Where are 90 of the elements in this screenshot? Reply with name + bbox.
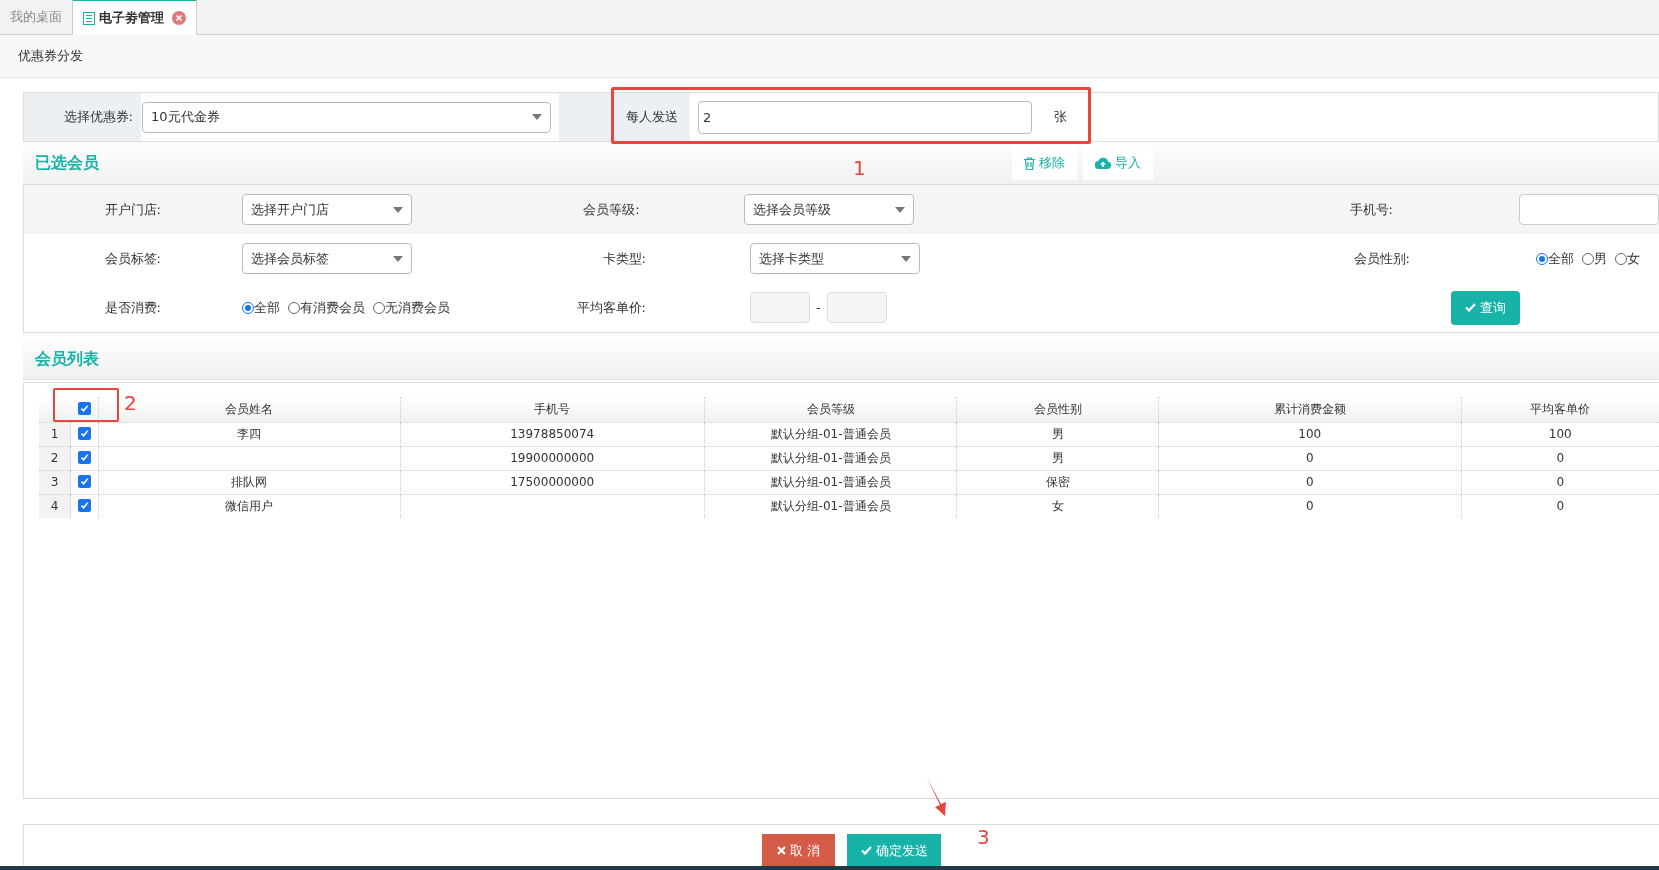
- field-label: 是否消费:: [104, 299, 161, 315]
- table-cell: 女: [1051, 499, 1064, 514]
- annotation-number: 1: [853, 155, 866, 182]
- radio-button[interactable]: [288, 301, 300, 314]
- table-cell: 100: [1548, 427, 1572, 441]
- table-cell: 男: [1051, 451, 1064, 465]
- radio-button[interactable]: [1582, 252, 1594, 265]
- field-label: 会员性别:: [1353, 250, 1410, 266]
- radio-label: 全部: [254, 298, 280, 317]
- unit-label: 张: [1054, 108, 1067, 127]
- table-cell: 默认分组-01-普通会员: [770, 451, 891, 465]
- row-number: 4: [39, 494, 71, 518]
- table-cell: 默认分组-01-普通会员: [770, 499, 891, 514]
- table-cell: 李四: [237, 427, 262, 441]
- trash-icon: [1024, 156, 1035, 170]
- table-cell: 100: [1298, 427, 1322, 441]
- radio-button[interactable]: [1615, 252, 1627, 265]
- select-dropdown[interactable]: 选择会员标签: [242, 243, 412, 274]
- quantity-input[interactable]: 2: [698, 100, 1032, 134]
- caret-icon: [393, 255, 403, 262]
- caret-icon: [393, 206, 403, 213]
- table-cell: 男: [1051, 427, 1064, 441]
- label-cell: 选择优惠券:: [24, 93, 141, 141]
- radio-label: 无消费会员: [385, 298, 450, 317]
- section-title: 会员列表: [35, 348, 99, 370]
- row-number: 3: [39, 470, 71, 494]
- tab[interactable]: 电子劵管理: [72, 0, 197, 35]
- cloud-upload-icon: [1095, 157, 1111, 169]
- table-cell: 0: [1305, 451, 1314, 465]
- table-cell: 0: [1556, 475, 1565, 489]
- column-header: 会员等级: [704, 397, 957, 422]
- table-cell: 保密: [1045, 475, 1070, 489]
- table-cell: 0: [1556, 499, 1565, 514]
- field-label: 平均客单价:: [576, 299, 646, 315]
- row-number: 2: [39, 446, 71, 470]
- page-title: 优惠券分发: [18, 47, 83, 66]
- radio-label: 全部: [1548, 249, 1574, 268]
- select-dropdown[interactable]: 10元代金券: [142, 101, 551, 133]
- label-cell: 每人发送: [614, 93, 690, 141]
- table-cell: 0: [1556, 451, 1565, 465]
- field-label: 会员等级:: [583, 201, 640, 217]
- radio-label: 女: [1627, 249, 1640, 268]
- radio-button[interactable]: [373, 301, 385, 314]
- field-label: 开户门店:: [104, 201, 161, 217]
- list-icon: [83, 11, 95, 25]
- radio-label: 有消费会员: [300, 298, 365, 317]
- row-number: 1: [39, 422, 71, 446]
- table-cell: 默认分组-01-普通会员: [770, 475, 891, 489]
- checkbox[interactable]: [78, 427, 92, 440]
- select-dropdown[interactable]: 选择卡类型: [750, 243, 920, 274]
- caret-icon: [901, 255, 911, 262]
- table-cell: 0: [1305, 475, 1314, 489]
- max-price-input[interactable]: [826, 292, 887, 323]
- table-cell: 0: [1305, 499, 1314, 514]
- field-label: 会员标签:: [104, 250, 161, 266]
- caret-icon: [894, 206, 905, 213]
- checkbox[interactable]: [77, 402, 91, 416]
- select-dropdown[interactable]: 选择开户门店: [242, 194, 412, 225]
- table-cell: 13978850074: [510, 427, 595, 441]
- cancel-button[interactable]: 取 消: [762, 833, 835, 868]
- radio-button[interactable]: [1536, 252, 1548, 265]
- checkbox[interactable]: [78, 451, 92, 464]
- phone-input[interactable]: [1519, 194, 1659, 225]
- annotation-number: 2: [124, 390, 137, 417]
- radio-label: 男: [1594, 249, 1607, 268]
- field-label: 手机号:: [1349, 201, 1393, 217]
- close-icon[interactable]: [172, 11, 186, 25]
- min-price-input[interactable]: [750, 292, 810, 323]
- checkbox[interactable]: [78, 499, 92, 513]
- column-header: 会员性别: [956, 397, 1159, 422]
- field-label: 卡类型:: [602, 250, 646, 266]
- column-header: 累计消费金额: [1158, 397, 1462, 422]
- column-header: 手机号: [400, 397, 705, 422]
- table-cell: 微信用户: [225, 499, 274, 514]
- column-header: 平均客单价: [1461, 397, 1659, 422]
- check-icon: [860, 846, 872, 855]
- check-icon: [1465, 303, 1476, 312]
- table-cell: 默认分组-01-普通会员: [770, 427, 891, 441]
- close-icon: [776, 846, 786, 855]
- annotation-number: 3: [977, 824, 990, 851]
- caret-icon: [532, 114, 542, 120]
- table-cell: 19900000000: [510, 451, 595, 465]
- annotation-box: [53, 388, 119, 422]
- section-title: 已选会员: [35, 153, 99, 172]
- select-dropdown[interactable]: 选择会员等级: [743, 194, 914, 225]
- checkbox[interactable]: [78, 475, 92, 488]
- radio-button[interactable]: [242, 301, 254, 314]
- table-cell: 17500000000: [510, 475, 595, 489]
- table-cell: 排队网: [231, 475, 268, 489]
- range-separator: -: [816, 298, 821, 317]
